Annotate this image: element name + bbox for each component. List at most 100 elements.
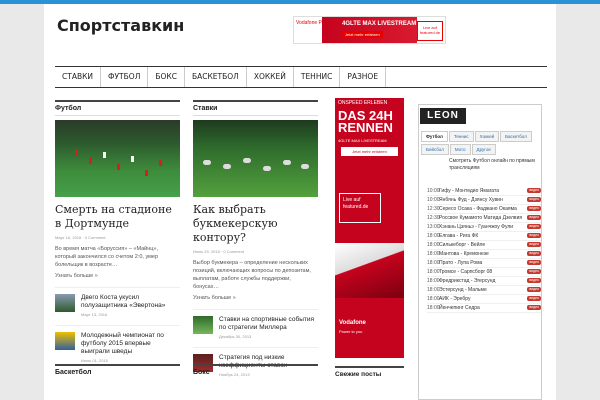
widget-note: Смотреть Футбол онлайн по прямым трансля…: [449, 158, 535, 171]
header-banner-ad[interactable]: Vodafone Power to you 4GLTE MAX LIVESTRE…: [293, 16, 446, 44]
tab-tennis[interactable]: Теннис: [448, 131, 474, 142]
match-name[interactable]: Фредрикстад - Эгерсунд: [439, 278, 525, 284]
tab-other[interactable]: Другое: [471, 144, 496, 155]
match-time: 18:00: [427, 287, 440, 293]
bets-heading[interactable]: Ставки: [193, 100, 318, 116]
nav-item-hockey[interactable]: Хоккей: [247, 67, 294, 87]
match-time: 18:00: [427, 233, 440, 239]
list-item[interactable]: 12:30 Россвое Кумамото Матида Дзелвия виде…: [427, 214, 541, 223]
football-hero-image[interactable]: [55, 120, 180, 197]
tab-basketball[interactable]: Баскетбол: [500, 131, 532, 142]
list-item[interactable]: 18:00 Мантова - Кремонезе видео: [427, 250, 541, 259]
bets-main-excerpt: Выбор букмекера – определение нескольких…: [193, 260, 311, 290]
page-container: Спортставкин Vodafone Power to you 4GLTE…: [44, 4, 556, 400]
bets-main-title[interactable]: Как выбрать букмекерскую контору?: [193, 203, 318, 245]
nav-item-tennis[interactable]: Теннис: [294, 67, 341, 87]
ad-brand: Vodafone: [339, 320, 366, 326]
list-item[interactable]: 13:00 Хэнань Цзяньэ - Гуанчжоу Фули видео: [427, 223, 541, 232]
football-main-title[interactable]: Смерть на стадионе в Дортмунде: [55, 203, 180, 231]
bets-main-meta: Июнь 29, 2015 · 0 Comment: [193, 249, 245, 254]
ad-cta-button[interactable]: Jetzt mehr erfahren: [341, 147, 398, 156]
list-item[interactable]: 18:00 Тромсе - Сарпсборг 08 видео: [427, 268, 541, 277]
football-main-meta: Март 16, 2016 · 0 Comment: [55, 235, 106, 240]
match-time: 18:00: [427, 305, 440, 311]
site-title[interactable]: Спортставкин: [57, 16, 184, 35]
list-item[interactable]: 18:00 Йенчепинг Седра видео: [427, 304, 541, 313]
nav-item-football[interactable]: Футбол: [101, 67, 149, 87]
list-item[interactable]: 18:00 Эстерсунд - Мальме видео: [427, 286, 541, 295]
nav-item-boxing[interactable]: Бокс: [148, 67, 185, 87]
list-item[interactable]: Молодежный чемпионат по футболу 2015 впе…: [55, 325, 180, 363]
banner-cta[interactable]: Jetzt mehr erfahren: [342, 31, 383, 38]
list-item-title[interactable]: Молодежный чемпионат по футболу 2015 впе…: [81, 332, 180, 356]
match-name[interactable]: Прато - Лупа Рома: [439, 260, 525, 266]
nav-item-misc[interactable]: Разное: [340, 67, 387, 87]
match-name[interactable]: Эстерсунд - Мальме: [439, 287, 525, 293]
list-item-date: Июль 01, 2015: [81, 358, 108, 363]
list-item[interactable]: 18:00 АИК - Эребру видео: [427, 295, 541, 304]
match-name[interactable]: Сересо Осака - Фаджано Окаяма: [439, 206, 525, 212]
video-badge[interactable]: видео: [527, 224, 541, 229]
match-name[interactable]: Мантова - Кремонезе: [439, 251, 525, 257]
match-name[interactable]: Хэнань Цзяньэ - Гуанчжоу Фули: [439, 224, 525, 230]
list-item-title[interactable]: Ставки на спортивные события по стратеги…: [219, 316, 318, 332]
list-item[interactable]: Ставки на спортивные события по стратеги…: [193, 309, 318, 339]
nav-item-basketball[interactable]: Баскетбол: [185, 67, 247, 87]
video-badge[interactable]: видео: [527, 233, 541, 238]
leon-logo[interactable]: LEON: [420, 108, 466, 124]
article-thumbnail[interactable]: [193, 316, 213, 334]
match-name[interactable]: Янбянь Фуд - Дзянсу Хувин: [439, 197, 525, 203]
match-name[interactable]: АИК - Эребру: [439, 296, 525, 302]
football-read-more[interactable]: Узнать больше »: [55, 273, 180, 279]
bets-read-more[interactable]: Узнать больше »: [193, 295, 318, 301]
match-name[interactable]: Тромсе - Сарпсборг 08: [439, 269, 525, 275]
list-item[interactable]: 18:00 Фредрикстад - Эгерсунд видео: [427, 277, 541, 286]
video-badge[interactable]: видео: [527, 278, 541, 283]
video-badge[interactable]: видео: [527, 287, 541, 292]
match-time: 18:00: [427, 296, 440, 302]
video-badge[interactable]: видео: [527, 242, 541, 247]
video-badge[interactable]: видео: [527, 260, 541, 265]
match-name[interactable]: Гифу - Монтедио Ямагата: [439, 188, 525, 194]
match-time: 18:00: [427, 260, 440, 266]
boxing-heading[interactable]: Бокс: [193, 364, 318, 376]
list-item[interactable]: 12:30 Сересо Осака - Фаджано Окаяма видео: [427, 205, 541, 214]
list-item[interactable]: Двего Коста укусил полузащитника «Эверто…: [55, 287, 180, 317]
match-time: 12:30: [427, 215, 440, 221]
fresh-posts-heading: Свежие посты: [335, 366, 404, 378]
video-badge[interactable]: видео: [527, 215, 541, 220]
tab-football[interactable]: Футбол: [421, 131, 448, 142]
list-item-title[interactable]: Двего Коста укусил полузащитника «Эверто…: [81, 294, 180, 310]
tab-hockey[interactable]: Хоккей: [474, 131, 500, 142]
list-item[interactable]: 18:00 Прато - Лупа Рома видео: [427, 259, 541, 268]
match-time: 18:00: [427, 251, 440, 257]
video-badge[interactable]: видео: [527, 269, 541, 274]
video-badge[interactable]: видео: [527, 206, 541, 211]
video-badge[interactable]: видео: [527, 197, 541, 202]
football-heading[interactable]: Футбол: [55, 100, 180, 116]
list-item-date: Декабрь 30, 2013: [219, 334, 252, 339]
tab-moto[interactable]: Мото: [449, 144, 471, 155]
match-name[interactable]: Йенчепинг Седра: [439, 305, 525, 311]
match-name[interactable]: Елгава - Рига ФК: [439, 233, 525, 239]
list-item[interactable]: 18:00 Елгава - Рига ФК видео: [427, 232, 541, 241]
nav-item-bets[interactable]: Ставки: [55, 67, 102, 87]
tab-baseball[interactable]: Бейсбол: [421, 144, 449, 155]
video-badge[interactable]: видео: [527, 305, 541, 310]
football-main-excerpt: Во время матча «Боруссия» – «Майнц», кот…: [55, 246, 159, 268]
article-thumbnail[interactable]: [55, 332, 75, 350]
sidebar-tall-ad[interactable]: ONSPEED ERLEBEN DAS 24H RENNEN 4GLTE MAX…: [335, 98, 404, 358]
match-name[interactable]: Силькеборг - Вейле: [439, 242, 525, 248]
bets-hero-image[interactable]: [193, 120, 318, 197]
basketball-heading[interactable]: Баскетбол: [55, 364, 180, 376]
match-time: 10:00: [427, 188, 440, 194]
video-badge[interactable]: видео: [527, 296, 541, 301]
list-item[interactable]: 10:00 Гифу - Монтедио Ямагата видео: [427, 187, 541, 196]
list-item[interactable]: 10:00 Янбянь Фуд - Дзянсу Хувин видео: [427, 196, 541, 205]
list-item[interactable]: 18:00 Силькеборг - Вейле видео: [427, 241, 541, 250]
banner-center: 4GLTE MAX LIVESTREAM Jetzt mehr erfahren: [322, 17, 417, 43]
video-badge[interactable]: видео: [527, 251, 541, 256]
article-thumbnail[interactable]: [55, 294, 75, 312]
video-badge[interactable]: видео: [527, 188, 541, 193]
match-name[interactable]: Россвое Кумамото Матида Дзелвия: [439, 215, 525, 221]
